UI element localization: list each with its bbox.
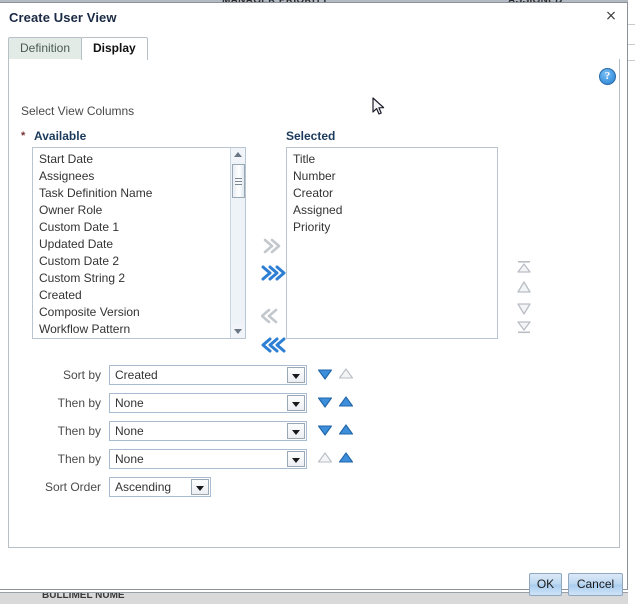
list-item[interactable]: Creator <box>287 185 497 202</box>
sort-ascending-icon[interactable] <box>338 451 354 465</box>
then-by-select-3[interactable]: None <box>109 449 307 469</box>
then-by-row-3: Then by None <box>9 449 369 471</box>
sort-by-label: Sort by <box>62 368 101 382</box>
ok-button[interactable]: OK <box>529 573 562 596</box>
chevron-down-icon[interactable] <box>287 395 305 411</box>
move-left-icon[interactable] <box>261 307 289 327</box>
selected-columns-listbox[interactable]: Title Number Creator Assigned Priority <box>286 147 498 339</box>
available-columns-listbox[interactable]: Start Date Assignees Task Definition Nam… <box>32 147 246 339</box>
sort-order-row: Sort Order Ascending <box>9 477 369 499</box>
list-item[interactable]: Workflow Pattern <box>33 321 231 338</box>
sort-descending-icon[interactable] <box>317 395 333 409</box>
then-by-direction-group-3 <box>317 451 363 467</box>
list-item[interactable]: Task Definition Name <box>33 185 231 202</box>
move-to-top-icon[interactable] <box>514 259 536 275</box>
then-by-label-3: Then by <box>57 452 101 466</box>
chevron-down-icon[interactable] <box>287 423 305 439</box>
sort-descending-icon[interactable] <box>317 367 333 381</box>
sort-by-direction-group <box>317 367 363 383</box>
cancel-button[interactable]: Cancel <box>568 573 623 596</box>
tab-bar: Definition Display <box>8 37 620 60</box>
available-list-scrollbar[interactable] <box>230 148 245 338</box>
select-view-columns-label: Select View Columns <box>21 104 135 118</box>
list-item[interactable]: Number <box>287 168 497 185</box>
mouse-cursor <box>372 97 386 117</box>
then-by-value-3: None <box>115 452 144 466</box>
available-list-label: Available <box>34 129 87 143</box>
list-item[interactable]: Assigned <box>287 202 497 219</box>
list-item[interactable]: Owner Role <box>33 202 231 219</box>
sort-ascending-icon[interactable] <box>338 423 354 437</box>
tab-definition[interactable]: Definition <box>8 37 83 59</box>
sort-ascending-icon[interactable] <box>338 395 354 409</box>
then-by-row-2: Then by None <box>9 421 369 443</box>
sort-descending-icon[interactable] <box>317 423 333 437</box>
sort-order-label: Sort Order <box>44 480 101 494</box>
selected-list-label: Selected <box>286 129 336 143</box>
create-user-view-dialog: Create User View × Definition Display ? … <box>0 2 628 596</box>
background-right-edge <box>628 0 635 604</box>
dialog-title: Create User View <box>9 10 117 25</box>
chevron-down-icon[interactable] <box>287 451 305 467</box>
scrollbar-thumb[interactable] <box>232 164 245 198</box>
screen: MANAGER PRIORITY ASSIGNED BULLIMEL NUME … <box>0 0 635 604</box>
move-all-left-icon[interactable] <box>261 336 289 356</box>
chevron-down-icon[interactable] <box>191 479 209 495</box>
list-item[interactable]: Custom Date 2 <box>33 253 231 270</box>
sort-by-row: Sort by Created <box>9 365 369 387</box>
sort-ascending-icon[interactable] <box>338 367 354 381</box>
sort-by-select[interactable]: Created <box>109 365 307 385</box>
then-by-direction-group-2 <box>317 423 363 439</box>
list-item[interactable]: Custom String 2 <box>33 270 231 287</box>
list-item[interactable]: Start Date <box>33 151 231 168</box>
move-down-icon[interactable] <box>514 301 536 317</box>
list-item[interactable]: Updated Date <box>33 236 231 253</box>
then-by-value-2: None <box>115 424 144 438</box>
list-item[interactable]: Priority <box>287 219 497 236</box>
available-columns-list: Start Date Assignees Task Definition Nam… <box>33 148 231 338</box>
help-icon-glyph: ? <box>604 70 611 82</box>
close-icon[interactable]: × <box>603 8 619 24</box>
then-by-label-2: Then by <box>57 424 101 438</box>
then-by-select-1[interactable]: None <box>109 393 307 413</box>
list-item[interactable]: Title <box>287 151 497 168</box>
move-right-icon[interactable] <box>261 237 289 257</box>
move-up-icon[interactable] <box>514 279 536 295</box>
display-tab-panel: ? Select View Columns * Available Select… <box>8 59 620 548</box>
required-marker: * <box>21 130 26 142</box>
help-icon[interactable]: ? <box>599 68 616 85</box>
sort-order-select[interactable]: Ascending <box>109 477 211 497</box>
scroll-down-icon[interactable] <box>231 324 245 338</box>
selected-columns-list: Title Number Creator Assigned Priority <box>287 148 497 236</box>
list-item[interactable]: Custom Date 1 <box>33 219 231 236</box>
sort-order-value: Ascending <box>115 480 172 494</box>
scroll-up-icon[interactable] <box>231 148 245 162</box>
list-item[interactable]: Composite Version <box>33 304 231 321</box>
list-item[interactable]: Created <box>33 287 231 304</box>
list-item[interactable]: Assignees <box>33 168 231 185</box>
then-by-select-2[interactable]: None <box>109 421 307 441</box>
tab-display[interactable]: Display <box>81 37 148 60</box>
sort-by-value: Created <box>115 368 158 382</box>
then-by-direction-group-1 <box>317 395 363 411</box>
move-all-right-icon[interactable] <box>261 264 289 284</box>
background-text-fragment-3: BULLIMEL NUME <box>42 592 125 601</box>
chevron-down-icon[interactable] <box>287 367 305 383</box>
move-to-bottom-icon[interactable] <box>514 319 536 335</box>
then-by-value-1: None <box>115 396 144 410</box>
then-by-row-1: Then by None <box>9 393 369 415</box>
then-by-label-1: Then by <box>57 396 101 410</box>
sort-descending-icon[interactable] <box>317 451 333 465</box>
